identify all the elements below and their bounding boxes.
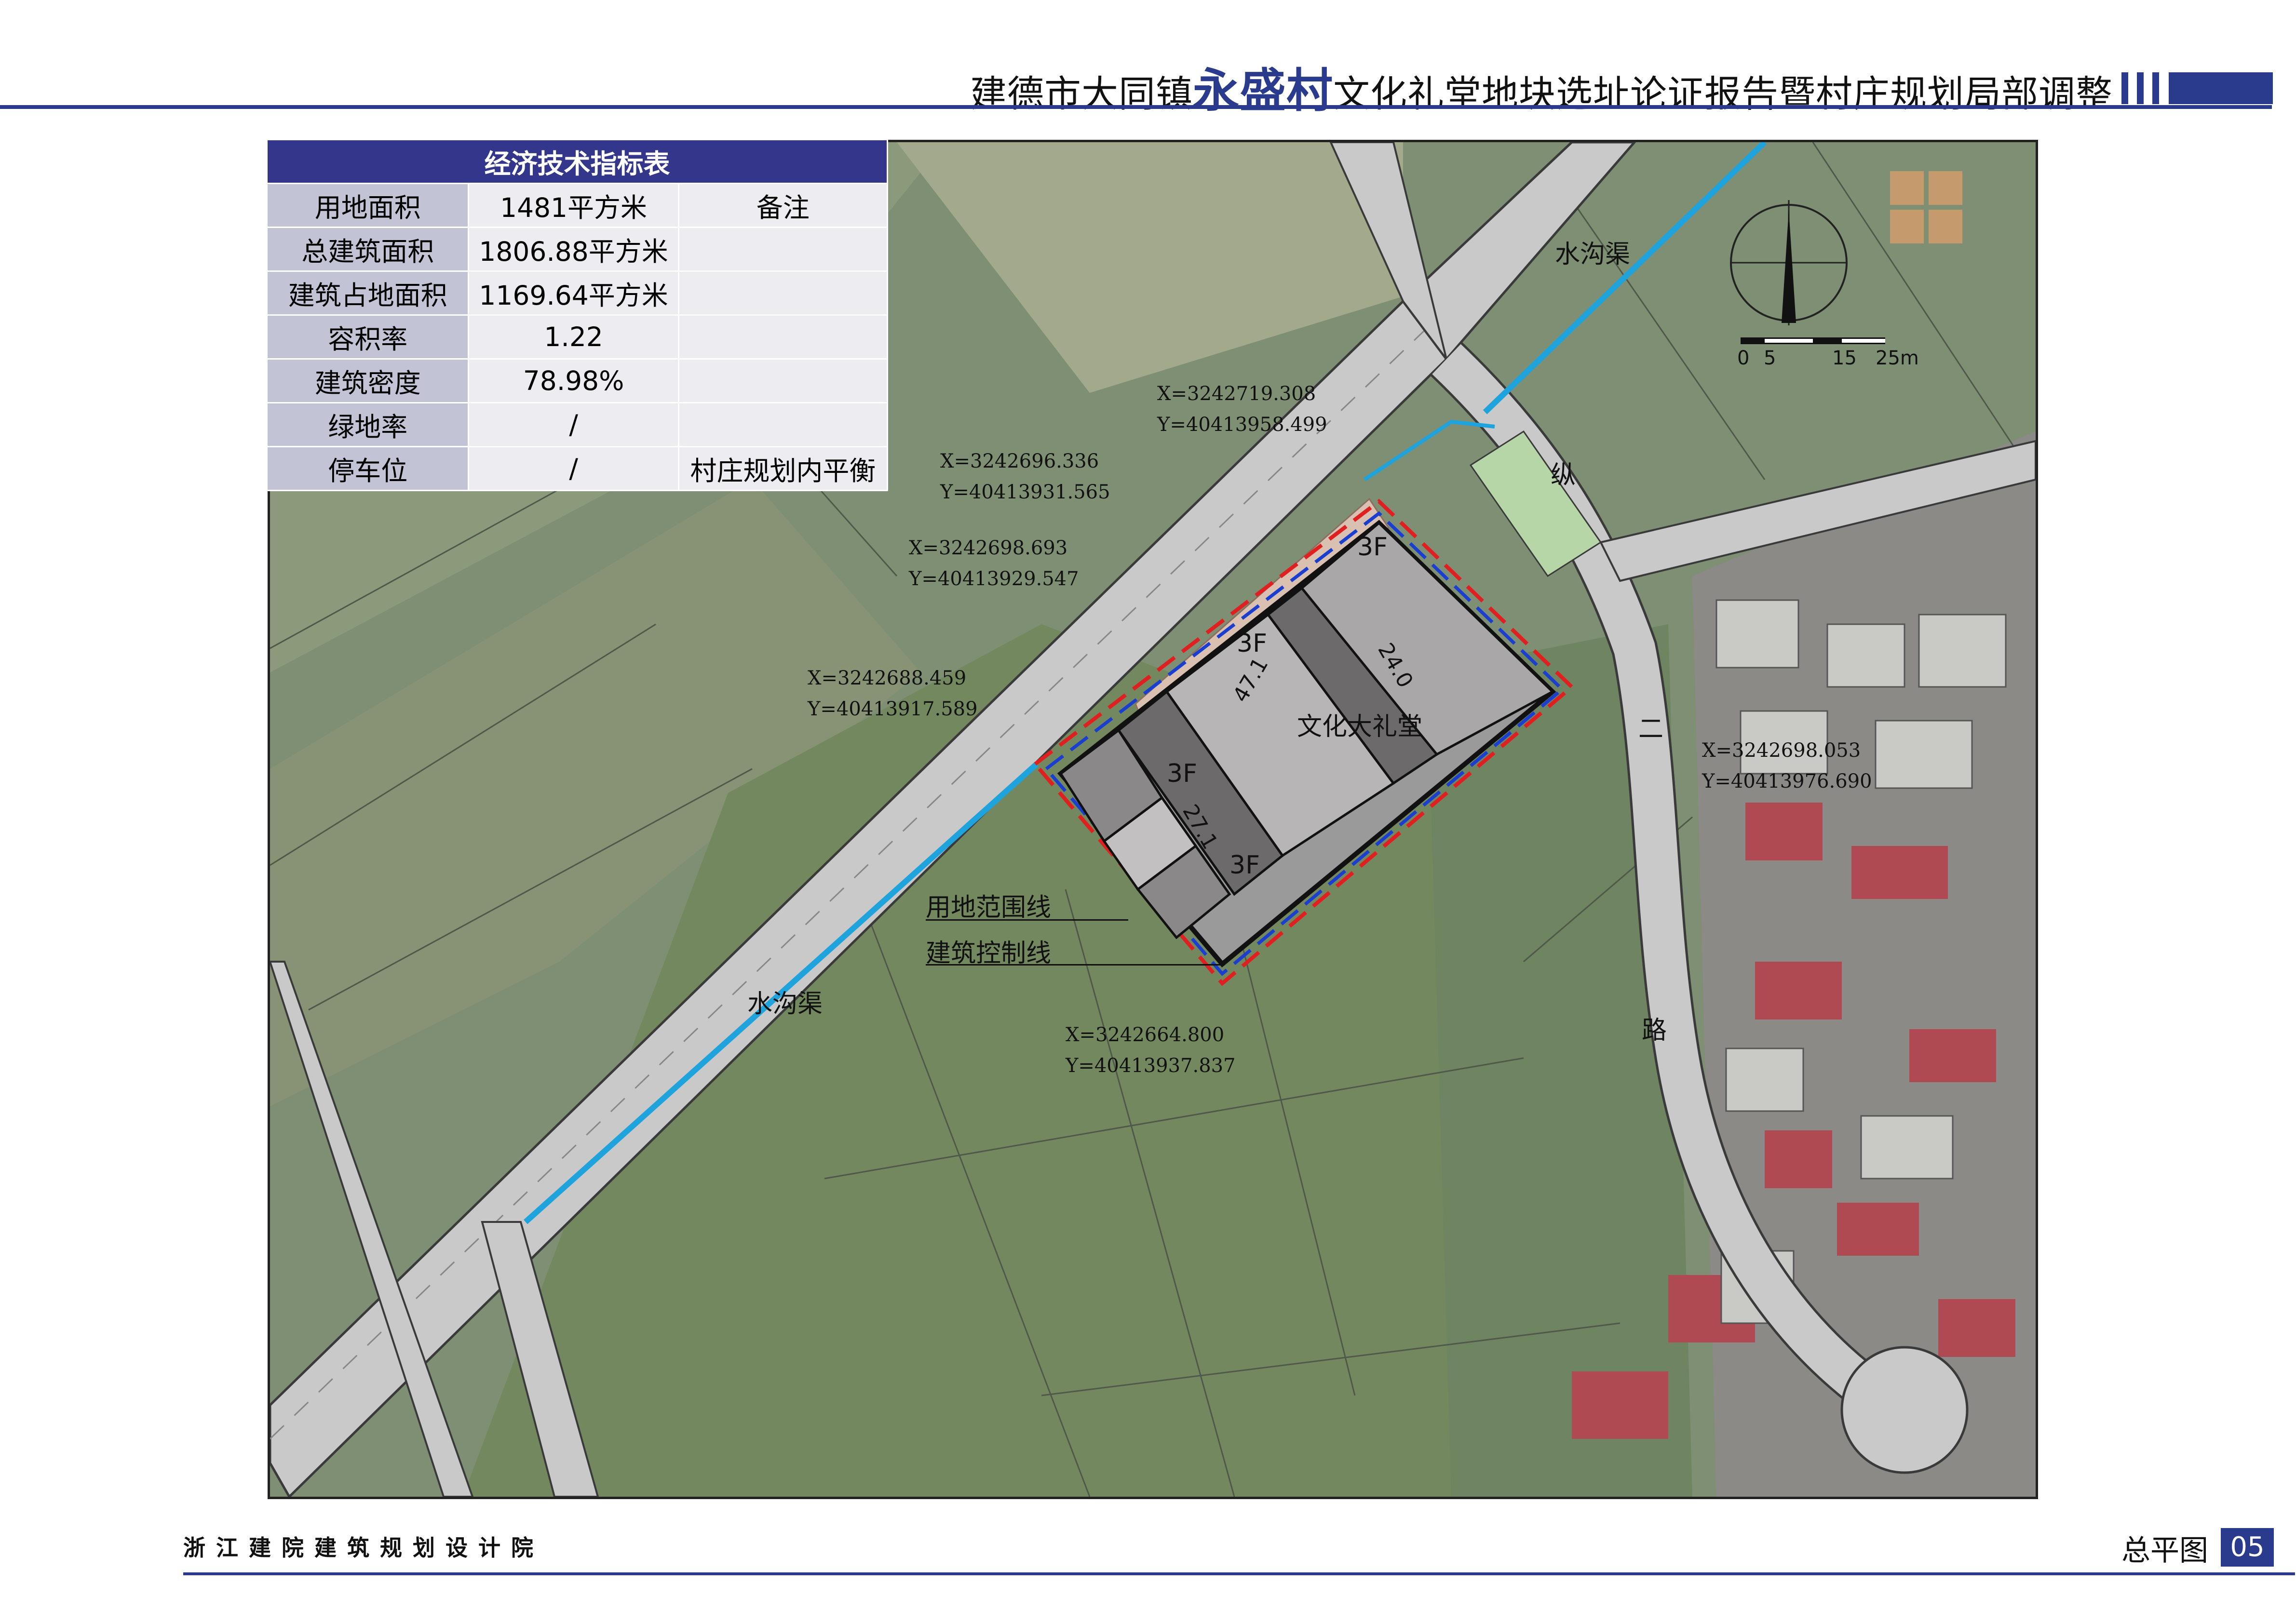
table-row: 总建筑面积 1806.88平方米 — [266, 227, 889, 272]
footer-page-title: 总平图 — [2121, 1534, 2208, 1568]
scale-label-5: 5 — [1764, 347, 1776, 369]
coord-label-3: X=3242698.693 Y=40413929.547 — [909, 537, 1079, 590]
table-row: 容积率 1.22 — [266, 314, 889, 360]
road-label-char-1: 纵 — [1551, 461, 1576, 490]
canal-label-south: 水沟渠 — [747, 990, 823, 1019]
floor-label-4: 3F — [1229, 851, 1260, 880]
footer-page-number: 05 — [2221, 1528, 2274, 1567]
page-header-title: 建德市大同镇永盛村文化礼堂地块选址论证报告暨村庄规划局部调整 — [970, 53, 2113, 120]
canal-label-north: 水沟渠 — [1555, 240, 1631, 269]
table-row: 建筑占地面积 1169.64平方米 — [266, 270, 889, 316]
floor-label-1: 3F — [1357, 533, 1388, 562]
legend-underline-1 — [926, 919, 1128, 921]
coord-label-5: X=3242698.053 Y=40413976.690 — [1702, 739, 1872, 792]
footer-divider — [183, 1572, 2295, 1575]
header-bar-1 — [2121, 72, 2128, 104]
footer-organization: 浙江建院建筑规划设计院 — [183, 1535, 544, 1561]
legend-underline-2 — [926, 964, 1225, 966]
table-row: 绿地率 / — [266, 402, 889, 447]
legend-boundary-line: 用地范围线 — [926, 893, 1052, 922]
header-bar-2 — [2137, 72, 2144, 104]
scale-label-25m: 25m — [1876, 347, 1919, 369]
table-row: 建筑密度 78.98% — [266, 358, 889, 403]
coord-label-4: X=3242688.459 Y=40413917.589 — [808, 667, 978, 720]
building-name: 文化大礼堂 — [1297, 712, 1423, 741]
floor-label-3: 3F — [1167, 759, 1197, 788]
header-divider — [0, 105, 2272, 109]
coord-label-6: X=3242664.800 Y=40413937.837 — [1066, 1024, 1236, 1077]
legend-control-line: 建筑控制线 — [926, 939, 1052, 968]
scale-label-0: 0 — [1737, 347, 1750, 369]
road-label-char-2: 二 — [1638, 715, 1664, 744]
title-highlight: 永盛村 — [1193, 64, 1333, 118]
indicator-table: 经济技术指标表 用地面积 1481平方米 备注 总建筑面积 1806.88平方米… — [266, 139, 889, 491]
scale-label-15: 15 — [1832, 347, 1857, 369]
table-row: 停车位 / 村庄规划内平衡 — [266, 446, 889, 491]
scale-bar — [1741, 337, 1885, 344]
coord-label-1: X=3242719.308 Y=40413958.499 — [1157, 383, 1327, 436]
road-label-char-3: 路 — [1642, 1016, 1667, 1045]
table-row: 用地面积 1481平方米 备注 — [266, 183, 889, 228]
header-bar-4 — [2169, 72, 2273, 104]
coord-label-2: X=3242696.336 Y=40413931.565 — [940, 450, 1110, 503]
table-title: 经济技术指标表 — [266, 139, 888, 184]
turnaround — [1840, 1346, 1969, 1474]
header-bar-3 — [2152, 72, 2159, 104]
